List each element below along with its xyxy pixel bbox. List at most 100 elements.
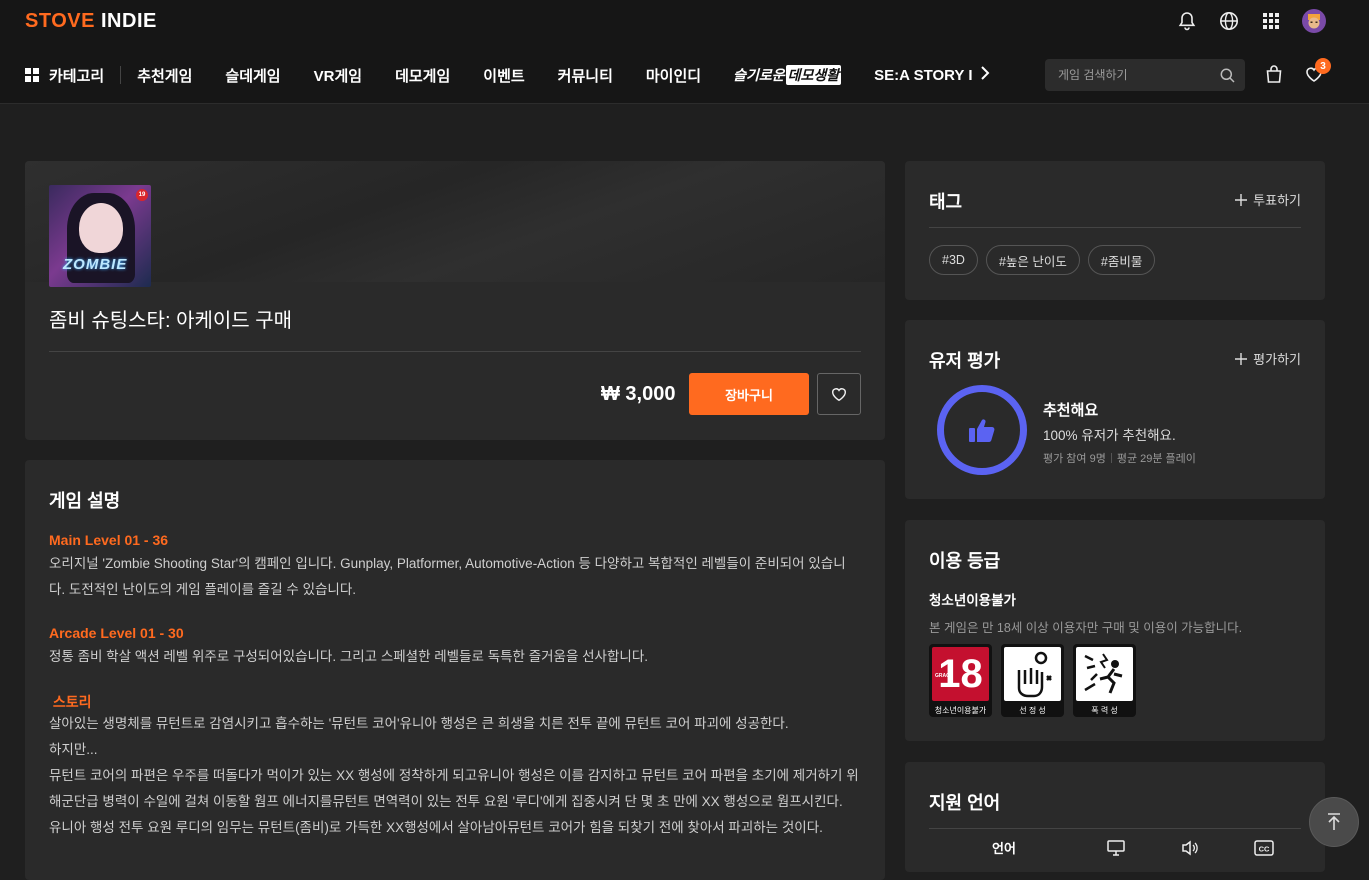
product-hero-panel: ZOMBIE 19 좀비 슈팅스타: 아케이드 구매 ₩ 3,000 장바구니: [25, 161, 885, 440]
section-title-arcade-level: Arcade Level 01 - 30: [49, 625, 184, 641]
wishlist-button[interactable]: [817, 373, 861, 415]
search-input[interactable]: [1058, 68, 1220, 82]
sexuality-icon: 선 정 성: [1001, 644, 1064, 717]
logo-indie-text: INDIE: [101, 10, 157, 32]
demo-life-prefix: 슬기로운: [733, 67, 785, 83]
grac-18-caption: 청소년이용불가: [934, 705, 987, 715]
violence-caption: 폭 력 성: [1091, 705, 1118, 715]
age-rating-panel: 이용 등급 청소년이용불가 본 게임은 만 18세 이상 이용자만 구매 및 이…: [905, 520, 1325, 741]
tags-divider: [929, 227, 1301, 228]
logo-stove-text: STOVE: [25, 10, 95, 32]
nav-item-vr[interactable]: VR게임: [314, 65, 362, 86]
age-19-badge: 19: [136, 189, 148, 201]
sexuality-symbol: [1004, 647, 1061, 701]
nav-item-community[interactable]: 커뮤니티: [558, 65, 613, 86]
write-review-button[interactable]: 평가하기: [1235, 349, 1301, 368]
review-avg-play: 평균 29분 플레이: [1116, 453, 1196, 465]
category-label: 카테고리: [49, 67, 105, 85]
review-verdict: 추천해요: [1043, 402, 1099, 419]
bell-icon[interactable]: [1176, 10, 1198, 32]
story-line: 살아있는 생명체를 뮤턴트로 감염시키고 흡수하는 '뮤턴트 코어'유니아 행성…: [49, 716, 789, 731]
game-title: 좀비 슈팅스타: 아케이드 구매: [49, 310, 293, 332]
nav-item-demo-life[interactable]: 슬기로운 데모생활: [733, 65, 842, 85]
category-menu[interactable]: 카테고리: [25, 66, 122, 85]
category-grid-icon: [25, 68, 39, 82]
heart-outline-icon: [831, 388, 847, 402]
thumb-character-face: [79, 203, 123, 253]
cc-icon: CC: [1227, 839, 1301, 856]
write-review-label: 평가하기: [1253, 352, 1301, 367]
grac-org-text: GRAC: [935, 673, 950, 679]
scroll-to-top-button[interactable]: [1309, 797, 1359, 847]
story-line: 유니아 행성 전투 요원 루디의 임무는 뮤턴트(좀비)로 가득한 XX행성에서…: [49, 820, 823, 835]
shopping-bag-icon[interactable]: [1264, 64, 1284, 89]
review-meta: 평가 참여 9명 평균 29분 플레이: [1043, 450, 1196, 466]
add-to-cart-button[interactable]: 장바구니: [689, 373, 809, 415]
tags-panel: 태그 투표하기 #3D #높은 난이도 #좀비물: [905, 161, 1325, 300]
search-icon[interactable]: [1220, 68, 1235, 83]
languages-heading: 지원 언어: [929, 793, 1001, 813]
monitor-icon: [1079, 839, 1153, 856]
rating-icons: 18 GRAC 청소년이용불가 선 정 성 폭 력 성: [929, 644, 1136, 717]
globe-icon[interactable]: [1218, 10, 1240, 32]
sexuality-caption: 선 정 성: [1019, 705, 1046, 715]
section-title-main-level: Main Level 01 - 36: [49, 532, 169, 548]
tags-heading: 태그: [929, 192, 963, 212]
age-rating-desc: 본 게임은 만 18세 이상 이용자만 구매 및 이용이 가능합니다.: [929, 621, 1243, 635]
nav-item-recommended[interactable]: 추천게임: [137, 65, 192, 86]
svg-text:CC: CC: [1259, 844, 1270, 853]
review-percent: 100% 유저가 추천해요.: [1043, 428, 1176, 443]
grac-18-body: 18 GRAC: [932, 647, 989, 701]
grac-18-icon: 18 GRAC 청소년이용불가: [929, 644, 992, 717]
tag-list: #3D #높은 난이도 #좀비물: [929, 245, 1156, 275]
languages-divider: [929, 828, 1301, 829]
speaker-icon: [1153, 840, 1227, 856]
review-heading: 유저 평가: [929, 351, 1001, 371]
language-column-header: 언어: [992, 841, 1016, 856]
apps-grid-icon[interactable]: [1260, 10, 1282, 32]
supported-languages-panel: 지원 언어 언어 CC: [905, 762, 1325, 872]
wishlist-count-badge: 3: [1315, 58, 1331, 74]
section-text-arcade-level: 정통 좀비 학살 액션 레벨 위주로 구성되어있습니다. 그리고 스페셜한 레벨…: [49, 649, 648, 664]
violence-icon: 폭 력 성: [1073, 644, 1136, 717]
main-nav: 카테고리 추천게임 슬데게임 VR게임 데모게임 이벤트 커뮤니티 마이인디 슬…: [25, 58, 990, 92]
recommend-ring: [937, 385, 1027, 475]
tag-chip[interactable]: #높은 난이도: [985, 245, 1080, 275]
age-rating-label: 청소년이용불가: [929, 593, 1016, 608]
tag-chip[interactable]: #3D: [929, 245, 978, 275]
nav-item-sale[interactable]: 슬데게임: [225, 65, 280, 86]
description-heading: 게임 설명: [49, 491, 121, 511]
nav-next-arrow-icon[interactable]: [980, 65, 990, 86]
plus-icon: [1235, 193, 1248, 206]
game-thumbnail: ZOMBIE 19: [49, 185, 151, 287]
section-title-story: 스토리: [49, 694, 92, 710]
price: ₩ 3,000: [601, 383, 676, 405]
user-review-panel: 유저 평가 평가하기 추천해요 100% 유저가 추천해요. 평가 참여 9명 …: [905, 320, 1325, 499]
game-description-panel: 게임 설명 Main Level 01 - 36 오리지널 'Zombie Sh…: [25, 460, 885, 880]
tag-chip[interactable]: #좀비물: [1087, 245, 1156, 275]
demo-life-boxed: 데모생활: [785, 65, 842, 85]
tag-vote-label: 투표하기: [1253, 193, 1301, 208]
story-line: 뮤턴트 코어의 파편은 우주를 떠돌다가 먹이가 있는 XX 행성에 정착하게 …: [49, 768, 859, 809]
tag-vote-button[interactable]: 투표하기: [1235, 190, 1301, 209]
stove-indie-logo[interactable]: STOVE INDIE: [25, 10, 157, 33]
violence-symbol: [1076, 647, 1133, 701]
nav-item-event[interactable]: 이벤트: [483, 65, 524, 86]
nav-item-demo[interactable]: 데모게임: [395, 65, 450, 86]
thumbs-up-icon: [969, 419, 995, 442]
nav-item-sea-story[interactable]: SE:A STORY IN: [874, 67, 972, 84]
review-participants: 평가 참여 9명: [1043, 453, 1106, 465]
hero-divider: [49, 351, 861, 352]
story-line: 하지만...: [49, 742, 98, 757]
section-text-main-level: 오리지널 'Zombie Shooting Star'의 캠페인 입니다. Gu…: [49, 556, 846, 597]
age-rating-heading: 이용 등급: [929, 551, 1001, 571]
plus-icon: [1235, 352, 1248, 365]
meta-separator: [1110, 453, 1112, 463]
top-icons: [1176, 9, 1326, 33]
game-search-box: [1045, 59, 1245, 91]
thumb-title-art: ZOMBIE: [63, 256, 128, 273]
user-avatar[interactable]: [1302, 9, 1326, 33]
nav-item-myindie[interactable]: 마이인디: [646, 65, 701, 86]
languages-header-row: 언어 CC: [929, 838, 1301, 857]
top-bar: STOVE INDIE 카테고리 추천게임 슬데게임 VR게임 데모게임 이벤트…: [0, 0, 1369, 104]
